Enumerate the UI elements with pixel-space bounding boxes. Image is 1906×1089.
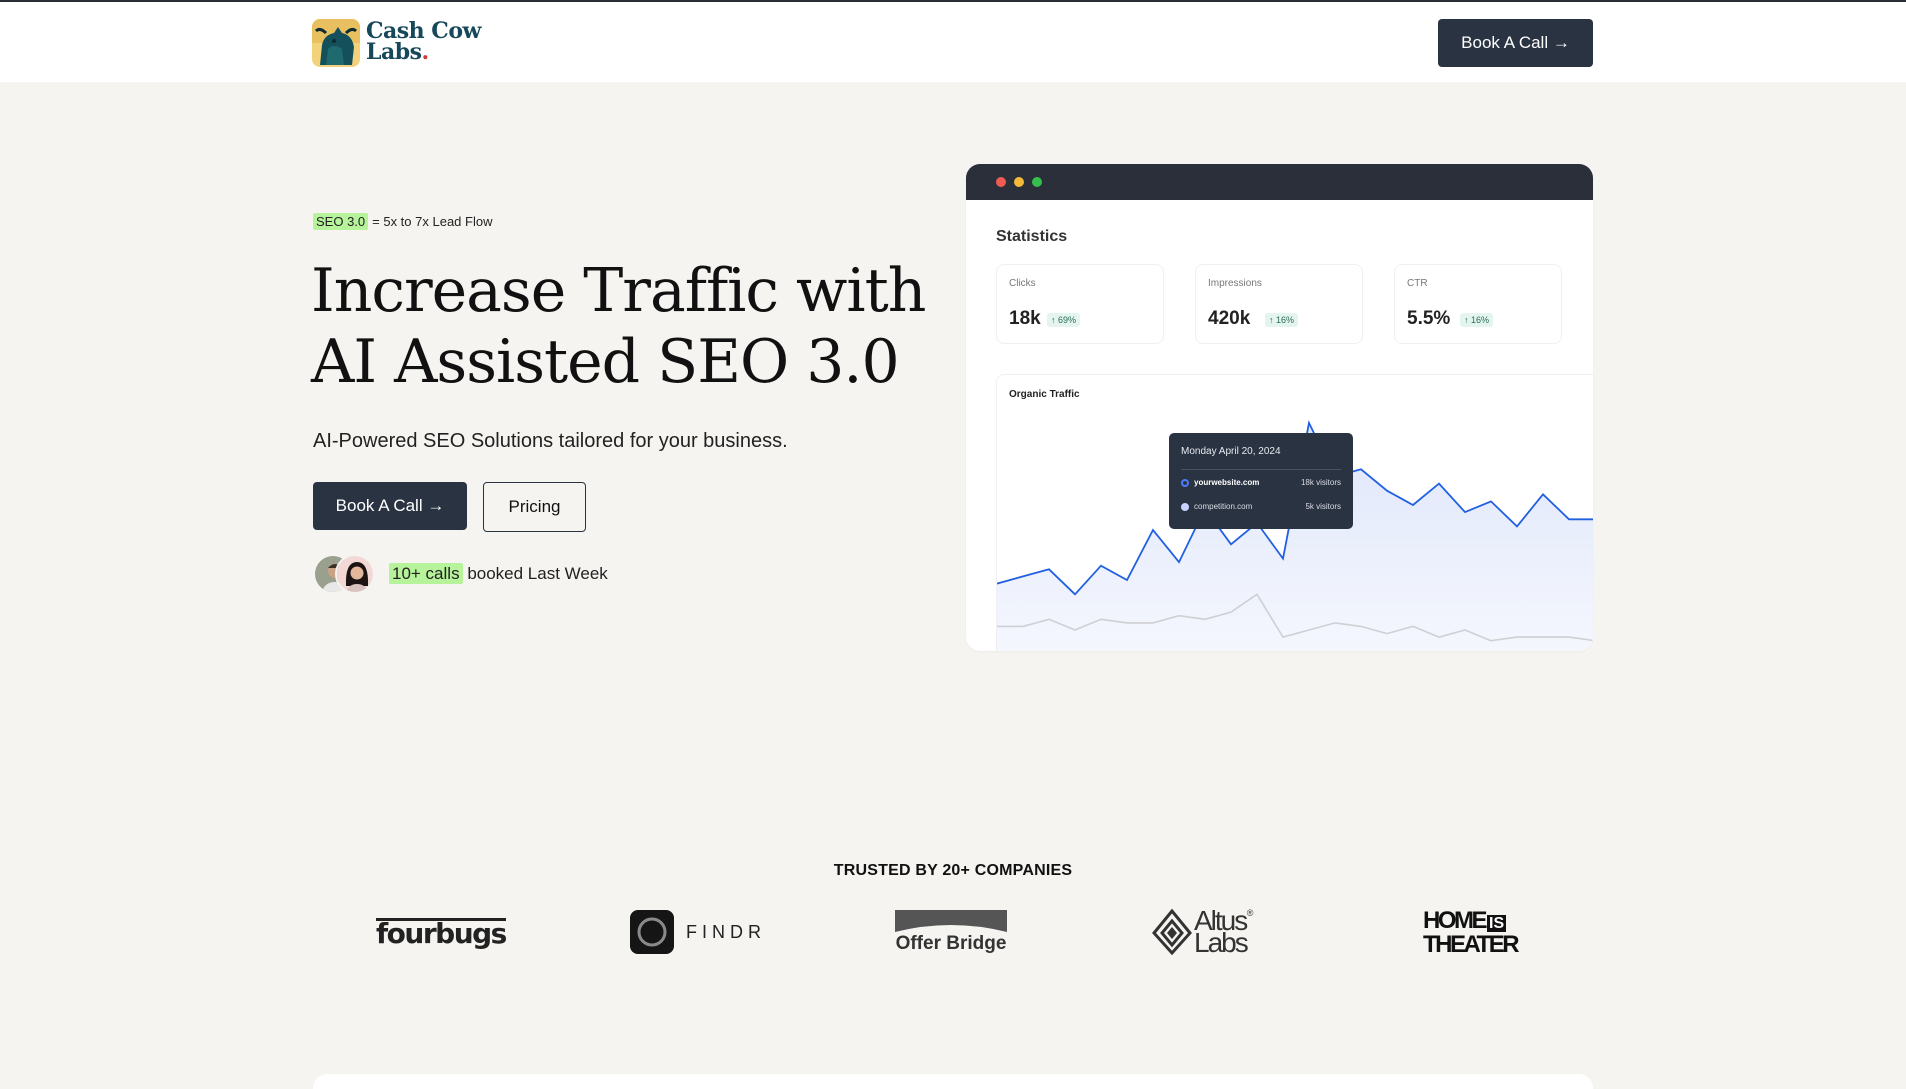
- registered-mark: ®: [1246, 908, 1254, 918]
- close-dot-icon: [996, 177, 1006, 187]
- hero-tagline: SEO 3.0 = 5x to 7x Lead Flow: [313, 213, 492, 230]
- stat-change-badge: ↑ 16%: [1460, 313, 1494, 327]
- stats-dashboard: Statistics Clicks 18k ↑ 69% Impressions …: [966, 164, 1593, 651]
- findr-mark-icon: [630, 910, 674, 954]
- chart-tooltip: Monday April 20, 2024 yourwebsite.com 18…: [1169, 433, 1353, 529]
- minimize-dot-icon: [1014, 177, 1024, 187]
- home-text: HOME: [1423, 906, 1488, 934]
- stat-card-ctr: CTR 5.5% ↑ 16%: [1394, 264, 1562, 344]
- findr-logo: FINDR: [630, 902, 766, 962]
- fourbugs-text: fourbugs: [376, 916, 507, 950]
- stat-value: 18k: [1009, 308, 1041, 329]
- social-proof: 10+ calls booked Last Week: [313, 554, 608, 594]
- tagline-highlight: SEO 3.0: [313, 213, 369, 230]
- stat-label: CTR: [1407, 278, 1428, 289]
- offer-bridge-logo: Offer Bridge: [895, 902, 1007, 962]
- window-titlebar: [966, 164, 1593, 200]
- organic-traffic-chart: Organic Traffic Monday April 20, 2024 yo…: [996, 374, 1593, 651]
- tooltip-site: competition.com: [1194, 502, 1253, 511]
- home-theater-logo: HOME IS THEATER: [1423, 902, 1520, 962]
- calls-highlight: 10+ calls: [389, 563, 463, 584]
- series-marker-icon: [1181, 502, 1189, 511]
- altus-diamond-icon: [1152, 909, 1192, 955]
- offer-bridge-text: Offer Bridge: [895, 932, 1007, 954]
- stat-card-clicks: Clicks 18k ↑ 69%: [996, 264, 1164, 344]
- tooltip-date: Monday April 20, 2024: [1181, 446, 1281, 457]
- stat-change-badge: ↑ 16%: [1265, 313, 1299, 327]
- tooltip-row-competition: competition.com 5k visitors: [1181, 502, 1341, 511]
- fourbugs-logo: fourbugs: [376, 902, 507, 962]
- stat-value: 420k: [1208, 308, 1251, 329]
- book-call-nav-button[interactable]: Book A Call →: [1438, 19, 1593, 67]
- next-section-card: [313, 1074, 1593, 1089]
- hero-buttons: Book A Call → Pricing: [313, 482, 586, 532]
- bridge-arch-icon: [895, 909, 1007, 932]
- stat-change-badge: ↑ 69%: [1047, 313, 1081, 327]
- stat-label: Impressions: [1208, 278, 1262, 289]
- theater-text: THEATER: [1423, 930, 1520, 958]
- tooltip-value: 5k visitors: [1305, 502, 1341, 511]
- series-marker-icon: [1181, 478, 1189, 487]
- book-call-hero-button[interactable]: Book A Call →: [313, 482, 467, 530]
- pricing-button[interactable]: Pricing: [483, 482, 586, 532]
- altus-labs-logo: Altus Labs ®: [1152, 902, 1253, 962]
- trusted-heading: TRUSTED BY 20+ COMPANIES: [833, 862, 1073, 879]
- top-nav: Cash Cow Labs. Book A Call →: [0, 2, 1906, 82]
- tooltip-divider: [1181, 469, 1341, 470]
- calls-text: booked Last Week: [467, 564, 608, 583]
- stat-card-impressions: Impressions 420k ↑ 16%: [1195, 264, 1363, 344]
- tagline-text: = 5x to 7x Lead Flow: [372, 214, 493, 229]
- tooltip-row-yourwebsite: yourwebsite.com 18k visitors: [1181, 478, 1341, 487]
- brand-name[interactable]: Cash Cow Labs.: [366, 20, 481, 65]
- tooltip-value: 18k visitors: [1300, 478, 1341, 487]
- maximize-dot-icon: [1032, 177, 1042, 187]
- avatar: [335, 554, 375, 594]
- headline-line-1: Increase Traffic with: [311, 256, 926, 326]
- headline-line-2: AI Assisted SEO 3.0: [311, 327, 900, 397]
- hero-headline: Increase Traffic with AI Assisted SEO 3.…: [311, 256, 931, 398]
- stat-label: Clicks: [1009, 278, 1036, 289]
- cow-logo-icon[interactable]: [312, 19, 360, 67]
- tooltip-site: yourwebsite.com: [1194, 478, 1260, 487]
- is-text: IS: [1487, 914, 1507, 932]
- stat-value: 5.5%: [1407, 308, 1451, 329]
- dashboard-title: Statistics: [996, 228, 1068, 245]
- findr-text: FINDR: [686, 921, 766, 942]
- brand-dot: .: [421, 39, 430, 65]
- hero-subheadline: AI-Powered SEO Solutions tailored for yo…: [313, 430, 788, 452]
- labs-text: Labs: [1194, 927, 1249, 958]
- brand-line-2: Labs: [366, 39, 422, 65]
- company-logos: fourbugs FINDR Offer Bridge Altus Labs ®…: [0, 902, 1906, 962]
